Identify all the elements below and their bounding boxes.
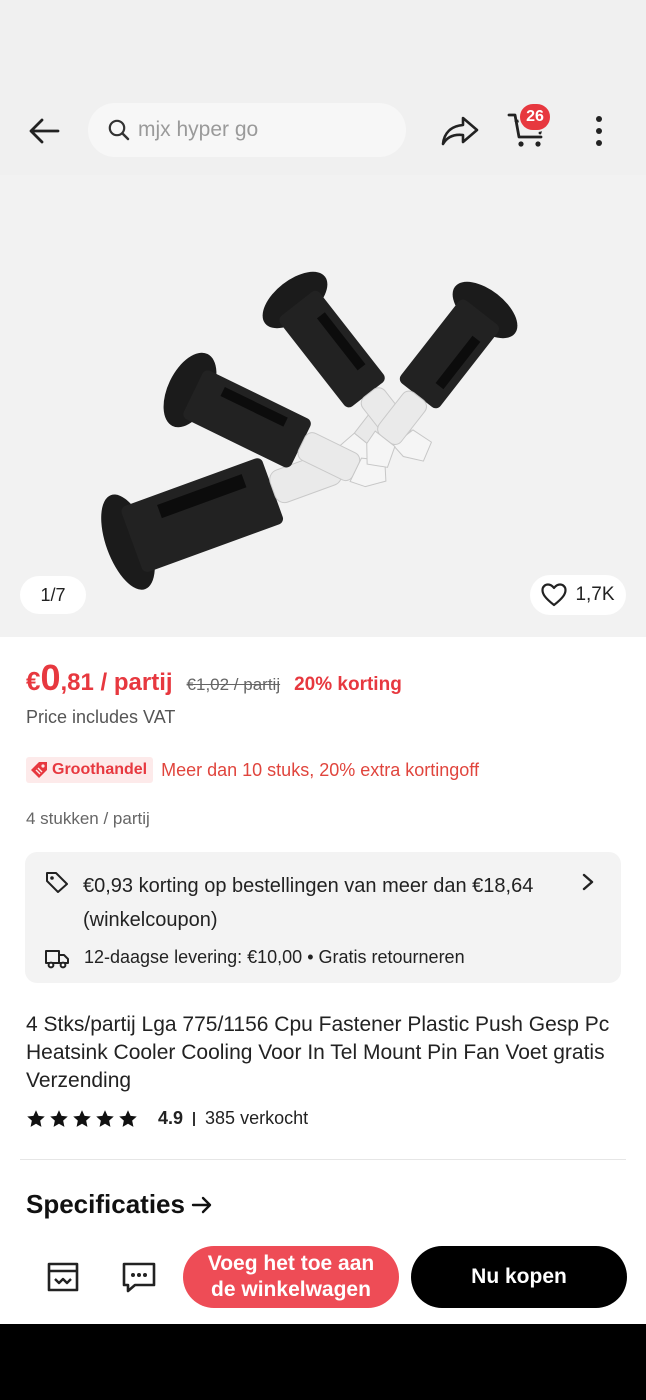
price-currency: € (26, 666, 41, 696)
star-rating (26, 1109, 138, 1129)
bottom-action-bar: Voeg het toe aan de winkelwagen Nu kopen (0, 1234, 646, 1324)
star-icon (119, 1109, 137, 1127)
chevron-right-icon (582, 873, 594, 891)
arrow-right-icon (191, 1196, 212, 1213)
separator-dot: • (307, 947, 314, 967)
delivery-truck-icon (45, 950, 69, 969)
wholesale-badge: Groothandel (26, 757, 154, 783)
arrow-left-icon (29, 118, 60, 144)
more-vertical-icon (596, 116, 602, 146)
product-title: 4 Stks/partij Lga 775/1156 Cpu Fastener … (26, 1013, 610, 1092)
discount-label: 20% korting (294, 674, 402, 695)
specifications-link[interactable]: Specificaties (26, 1189, 213, 1220)
image-counter: 1/7 (20, 576, 86, 614)
rating-row[interactable]: 4.9 385 verkocht (26, 1108, 308, 1129)
cart-count-badge: 26 (518, 102, 552, 132)
wishlist-count: 1,7K (575, 584, 615, 605)
search-placeholder: mjx hyper go (138, 118, 259, 141)
search-input[interactable]: mjx hyper go (88, 103, 406, 157)
wholesale-badge-label: Groothandel (52, 761, 148, 778)
price-decimal-unit: ,81 / partij (60, 669, 173, 696)
share-icon (441, 116, 479, 146)
search-icon (108, 119, 130, 141)
add-to-cart-button[interactable]: Voeg het toe aan de winkelwagen (183, 1246, 399, 1308)
system-navigation-bar (0, 1324, 646, 1400)
original-price: €1,02 / partij (186, 675, 281, 694)
chat-icon (122, 1262, 156, 1293)
vat-note: Price includes VAT (26, 707, 176, 727)
coupon-shipping-card[interactable]: €0,93 korting op bestellingen van meer d… (25, 852, 621, 983)
specifications-label: Specificaties (26, 1189, 185, 1219)
more-options-button[interactable] (582, 111, 616, 151)
wishlist-button[interactable]: 1,7K (530, 575, 626, 615)
returns-text: Gratis retourneren (318, 947, 465, 967)
star-icon (50, 1109, 68, 1127)
units-per-lot: 4 stukken / partij (26, 809, 150, 828)
shipping-info: 12-daagse levering: €10,00 • Gratis reto… (84, 947, 465, 968)
coupon-tag-icon (46, 872, 68, 893)
store-icon (47, 1262, 79, 1292)
sold-count: 385 verkocht (205, 1108, 309, 1128)
share-button[interactable] (436, 109, 484, 153)
price-integer: 0 (40, 657, 61, 698)
section-divider (20, 1159, 626, 1160)
wholesale-row: Groothandel Meer dan 10 stuks, 20% extra… (26, 757, 479, 783)
star-icon (27, 1109, 45, 1127)
star-icon (96, 1109, 114, 1127)
product-image-gallery[interactable]: 1/7 1,7K (0, 175, 646, 637)
top-bar: mjx hyper go (0, 95, 646, 165)
coupon-text: €0,93 korting op bestellingen van meer d… (83, 875, 534, 931)
chat-button[interactable] (118, 1256, 160, 1298)
product-image (101, 271, 518, 590)
delivery-text: 12-daagse levering: €10,00 (84, 947, 303, 967)
heart-icon (541, 583, 568, 607)
rating-value: 4.9 (158, 1108, 184, 1128)
wholesale-text: Meer dan 10 stuks, 20% extra kortingoff (161, 759, 479, 780)
star-icon (73, 1109, 91, 1127)
store-button[interactable] (42, 1256, 84, 1298)
buy-now-button[interactable]: Nu kopen (411, 1246, 627, 1308)
price-row: € 0 ,81 / partij €1,02 / partij 20% kort… (26, 657, 402, 699)
tag-icon (31, 762, 47, 778)
back-button[interactable] (22, 111, 66, 151)
rating-separator (193, 1111, 196, 1126)
